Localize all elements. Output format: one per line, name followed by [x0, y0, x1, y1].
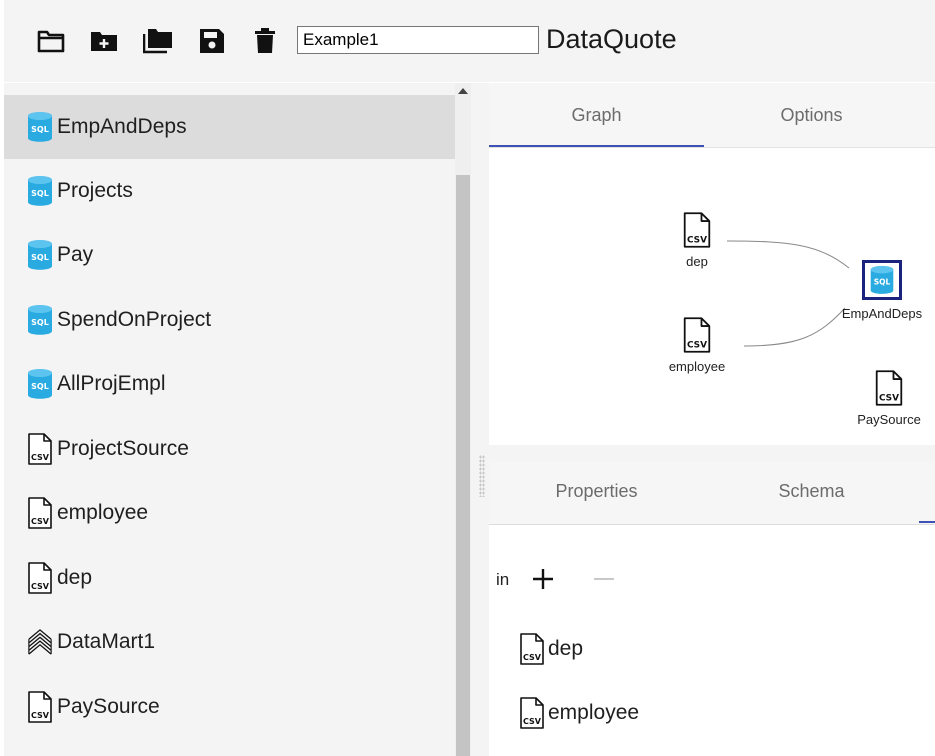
tab-options[interactable]: Options [704, 83, 919, 147]
sidebar-item-label: SpendOnProject [57, 308, 212, 331]
graph-node-label: dep [686, 254, 708, 269]
sidebar-item-label: dep [57, 566, 93, 589]
scroll-up-arrow-icon[interactable] [455, 87, 471, 99]
folder-add-icon[interactable] [89, 26, 119, 56]
input-item-employee[interactable]: employee [519, 693, 639, 733]
sidebar: EmpAndDeps Projects Pay SpendOnProject A… [4, 83, 455, 756]
trash-icon[interactable] [250, 26, 280, 56]
csv-file-icon [27, 561, 53, 595]
panel-divider [489, 445, 935, 461]
sql-db-icon [27, 174, 53, 208]
splitter-handle[interactable] [479, 455, 485, 497]
panel-gutter [471, 83, 489, 756]
folder-open-icon[interactable] [36, 26, 66, 56]
sidebar-item-empanddeps[interactable]: EmpAndDeps [4, 95, 455, 159]
csv-file-icon [27, 496, 53, 530]
sidebar-item-label: AllProjEmpl [57, 372, 166, 395]
sidebar-item-datamart1[interactable]: DataMart1 [4, 610, 455, 674]
graph-node-employee[interactable]: employee [657, 316, 737, 374]
sidebar-item-label: Projects [57, 179, 133, 202]
sql-db-icon [27, 238, 53, 272]
details-content: in dep employee [489, 525, 935, 756]
sidebar-item-employee[interactable]: employee [4, 481, 455, 545]
sql-db-icon [27, 110, 53, 144]
sidebar-item-label: DataMart1 [57, 630, 156, 653]
sidebar-item-projectsource[interactable]: ProjectSource [4, 417, 455, 481]
graph-canvas[interactable]: dep employee EmpAndDeps PaySource [489, 147, 935, 446]
sidebar-item-label: employee [57, 501, 149, 524]
tab-graph[interactable]: Graph [489, 83, 704, 147]
csv-file-icon [682, 316, 712, 354]
inputs-label: in [496, 570, 510, 589]
app-title: DataQuote [546, 24, 677, 54]
toolbar: DataQuote [4, 0, 935, 82]
sidebar-item-spendonproject[interactable]: SpendOnProject [4, 288, 455, 352]
sidebar-item-label: PaySource [57, 695, 160, 718]
edge-employee-empanddeps [743, 307, 846, 347]
project-name-input[interactable] [297, 26, 539, 54]
edge-dep-empanddeps [726, 240, 850, 269]
csv-file-icon [874, 369, 904, 407]
active-tab-indicator [919, 521, 935, 523]
input-item-dep[interactable]: dep [519, 629, 583, 669]
graph-node-paysource[interactable]: PaySource [849, 369, 929, 427]
csv-file-icon [682, 211, 712, 249]
tab-properties[interactable]: Properties [489, 461, 704, 521]
tab-schema[interactable]: Schema [704, 461, 919, 521]
sidebar-item-dep[interactable]: dep [4, 546, 455, 610]
csv-file-icon [27, 432, 53, 466]
input-item-label: dep [548, 637, 584, 660]
graph-node-label: employee [668, 359, 726, 374]
sidebar-item-label: Pay [57, 243, 94, 266]
sidebar-item-pay[interactable]: Pay [4, 223, 455, 287]
csv-file-icon [519, 632, 545, 666]
graph-tabs: Graph Options [489, 83, 935, 147]
save-icon[interactable] [197, 26, 227, 56]
sidebar-scrollbar[interactable] [455, 83, 471, 756]
csv-file-icon [519, 696, 545, 730]
graph-node-dep[interactable]: dep [672, 211, 722, 269]
plus-icon [533, 569, 553, 589]
csv-file-icon [27, 690, 53, 724]
input-item-label: employee [548, 701, 640, 724]
sql-db-icon [27, 367, 53, 401]
sidebar-item-paysource[interactable]: PaySource [4, 675, 455, 739]
scrollbar-thumb[interactable] [456, 175, 470, 756]
sql-db-icon [27, 303, 53, 337]
graph-node-label: PaySource [857, 412, 921, 427]
graph-node-label: EmpAndDeps [841, 306, 923, 321]
sidebar-item-allprojempl[interactable]: AllProjEmpl [4, 352, 455, 416]
selected-node-frame [862, 260, 902, 300]
sidebar-item-projects[interactable]: Projects [4, 159, 455, 223]
minus-icon [594, 578, 614, 580]
sql-db-icon [869, 264, 895, 296]
remove-input-button[interactable] [591, 565, 617, 593]
datamart-layers-icon [27, 625, 53, 659]
graph-node-empanddeps[interactable]: EmpAndDeps [832, 260, 932, 321]
details-tabs: Properties Schema [489, 461, 935, 525]
folders-icon[interactable] [143, 26, 173, 56]
sidebar-item-label: EmpAndDeps [57, 115, 187, 138]
add-input-button[interactable] [529, 565, 557, 593]
sidebar-item-label: ProjectSource [57, 437, 189, 460]
